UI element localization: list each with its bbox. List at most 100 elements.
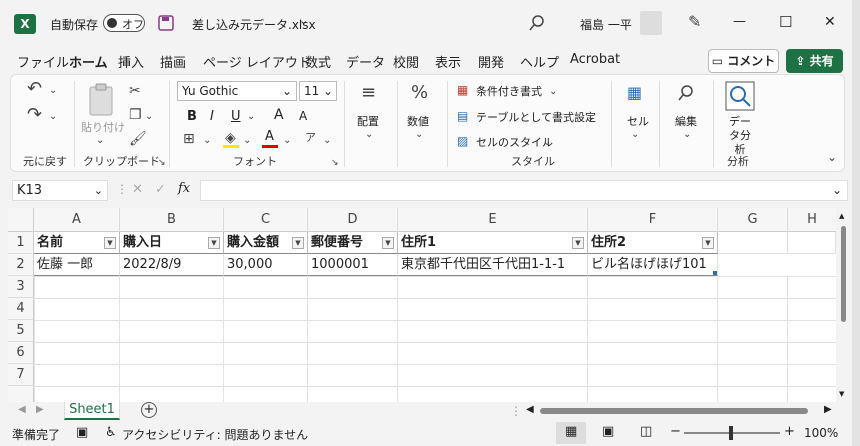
share-button[interactable]: ⇪ 共有 (786, 49, 843, 73)
expand-formula-icon[interactable]: ⌄ (832, 183, 842, 197)
chevron-down-icon[interactable]: ⌄ (543, 135, 551, 151)
tab-review[interactable]: 校閲 (393, 52, 419, 71)
chevron-down-icon[interactable]: ⌄ (549, 84, 557, 100)
data-analysis-icon[interactable] (725, 81, 755, 111)
vertical-scrollbar[interactable]: ▲ ▼ (838, 210, 848, 400)
table-cell[interactable]: 30,000 (224, 254, 308, 276)
accessibility-status[interactable]: アクセシビリティ: 問題ありません (122, 426, 308, 443)
designer-pen-icon[interactable]: ✎ (688, 12, 701, 31)
tab-home[interactable]: ホーム (69, 52, 108, 77)
column-header[interactable]: G (718, 208, 788, 232)
scroll-right-icon[interactable]: ▶ (824, 404, 832, 415)
sheet-tab[interactable]: Sheet1 (64, 402, 120, 420)
tab-data[interactable]: データ (346, 52, 385, 71)
shrink-font-button[interactable]: A (299, 109, 307, 123)
table-header-cell[interactable]: 住所2 ▼ (588, 232, 718, 254)
format-painter-icon[interactable]: 🖌 (129, 131, 147, 147)
row-header[interactable]: 6 (8, 342, 34, 364)
row-header[interactable]: 2 (8, 254, 34, 276)
row-header[interactable] (8, 386, 34, 402)
select-all-corner[interactable] (8, 208, 34, 232)
table-header-cell[interactable]: 名前 ▼ (34, 232, 120, 254)
horizontal-scrollbar-thumb[interactable] (540, 408, 808, 414)
underline-dropdown-icon[interactable]: ⌄ (247, 109, 255, 125)
empty-cells[interactable] (34, 276, 836, 402)
minimize-button[interactable]: — (733, 14, 746, 29)
filter-dropdown-icon[interactable]: ▼ (382, 237, 394, 249)
phonetic-guide-icon[interactable]: ア (305, 130, 316, 146)
format-as-table-button[interactable]: テーブルとして書式設定 (476, 109, 596, 125)
paste-dropdown-icon[interactable]: ⌄ (96, 133, 104, 149)
more-options-icon[interactable]: ⋮ (116, 182, 128, 196)
zoom-level[interactable]: 100% (804, 426, 838, 440)
number-dropdown-icon[interactable]: ⌄ (415, 127, 423, 143)
font-name-select[interactable]: Yu Gothic ⌄ (177, 81, 297, 101)
normal-view-button[interactable]: ▦ (556, 422, 586, 444)
tab-insert[interactable]: 挿入 (118, 52, 144, 71)
data-analysis-label[interactable]: データ分析 (724, 115, 756, 157)
table-cell[interactable]: 2022/8/9 (120, 254, 224, 276)
tab-view[interactable]: 表示 (435, 52, 461, 71)
filter-dropdown-icon[interactable]: ▼ (208, 237, 220, 249)
prev-sheet-icon[interactable]: ◀ (18, 404, 26, 415)
file-title[interactable]: 差し込み元データ.xlsx (192, 16, 316, 33)
editing-dropdown-icon[interactable]: ⌄ (683, 127, 691, 143)
macro-record-icon[interactable]: ▣ (76, 425, 88, 440)
page-break-view-icon[interactable]: ◫ (640, 424, 652, 439)
column-header[interactable]: H (788, 208, 836, 232)
row-header[interactable]: 3 (8, 276, 34, 298)
tab-formulas[interactable]: 数式 (305, 52, 331, 71)
tab-help[interactable]: ヘルプ (520, 52, 559, 71)
chevron-down-icon[interactable]: ⌄ (587, 110, 595, 126)
enter-icon[interactable]: ✓ (155, 182, 166, 197)
tab-acrobat[interactable]: Acrobat (570, 52, 620, 67)
row-header[interactable]: 4 (8, 298, 34, 320)
insert-function-icon[interactable]: fx (178, 181, 190, 196)
scroll-up-icon[interactable]: ▲ (839, 212, 844, 220)
borders-dropdown-icon[interactable]: ⌄ (203, 133, 211, 149)
table-header-cell[interactable]: 住所1 ▼ (398, 232, 588, 254)
italic-button[interactable]: I (210, 109, 214, 124)
maximize-button[interactable]: ☐ (779, 13, 792, 31)
zoom-slider-thumb[interactable] (729, 426, 733, 440)
redo-icon[interactable]: ↷ (27, 106, 42, 124)
chevron-down-icon[interactable]: ⌄ (299, 14, 308, 27)
filter-dropdown-icon[interactable]: ▼ (292, 237, 304, 249)
copy-icon[interactable]: ❐ (129, 107, 142, 123)
alignment-icon[interactable]: ≡ (361, 84, 376, 102)
search-icon[interactable] (528, 14, 546, 32)
undo-dropdown-icon[interactable]: ⌄ (49, 83, 57, 99)
cell-styles-button[interactable]: セルのスタイル (476, 134, 553, 150)
accessibility-icon[interactable]: ♿ (105, 425, 117, 440)
paste-icon[interactable] (86, 83, 116, 117)
more-options-icon[interactable]: ⋮ (510, 404, 522, 418)
undo-icon[interactable]: ↶ (27, 80, 42, 98)
redo-dropdown-icon[interactable]: ⌄ (49, 109, 57, 125)
cell[interactable] (718, 232, 788, 254)
column-header[interactable]: B (120, 208, 224, 232)
row-header[interactable]: 7 (8, 364, 34, 386)
scroll-down-icon[interactable]: ▼ (839, 390, 844, 398)
name-box[interactable]: K13 ⌄ (12, 180, 108, 201)
filter-dropdown-icon[interactable]: ▼ (702, 237, 714, 249)
bold-button[interactable]: B (187, 109, 197, 124)
page-layout-view-icon[interactable]: ▣ (602, 424, 614, 439)
font-color-dropdown-icon[interactable]: ⌄ (283, 133, 291, 149)
fill-color-icon[interactable]: ◈ (225, 130, 236, 146)
table-cell[interactable]: 1000001 (308, 254, 398, 276)
zoom-out-icon[interactable]: − (670, 424, 681, 439)
font-size-select[interactable]: 11 ⌄ (299, 81, 337, 101)
tab-file[interactable]: ファイル (17, 52, 69, 71)
close-button[interactable]: ✕ (824, 14, 836, 30)
user-name[interactable]: 福島 一平 (580, 16, 632, 33)
scrollbar-thumb[interactable] (841, 226, 846, 322)
next-sheet-icon[interactable]: ▶ (36, 404, 44, 415)
column-header[interactable]: E (398, 208, 588, 232)
dialog-launcher-icon[interactable]: ↘ (158, 155, 166, 171)
tab-page-layout[interactable]: ページ レイアウト (203, 52, 311, 71)
scroll-left-icon[interactable]: ◀ (526, 404, 534, 415)
table-cell[interactable]: ビル名ほげほげ101 (588, 254, 718, 276)
conditional-format-button[interactable]: 条件付き書式 (476, 83, 542, 99)
percent-icon[interactable]: % (411, 84, 428, 102)
fill-color-dropdown-icon[interactable]: ⌄ (243, 133, 251, 149)
